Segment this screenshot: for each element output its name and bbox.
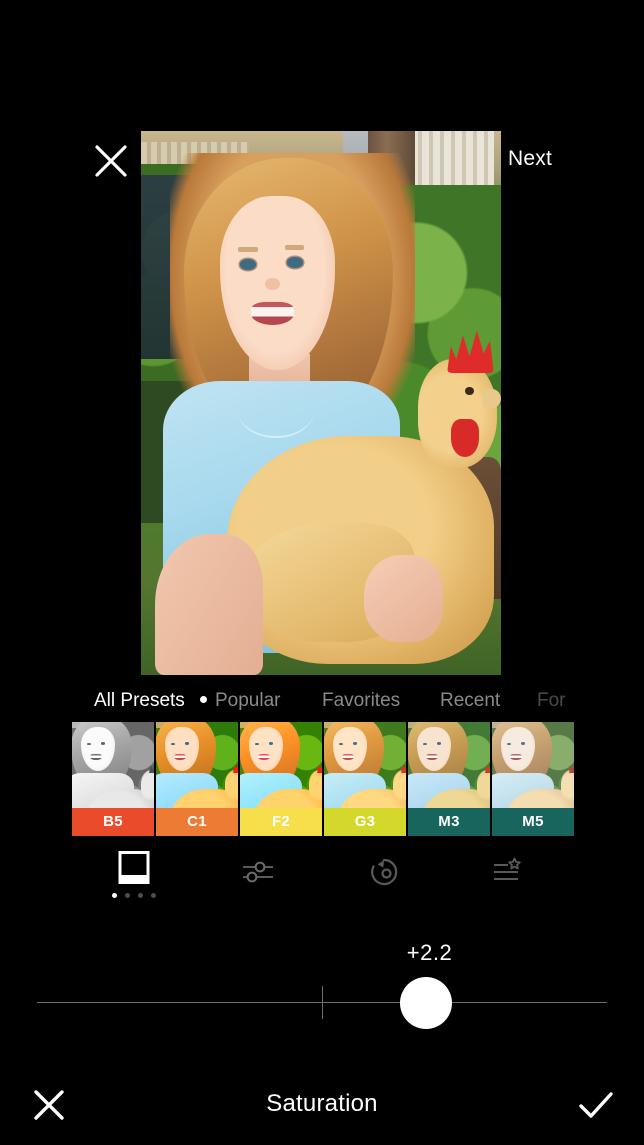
tab-all-presets[interactable]: All Presets (94, 686, 185, 716)
adjust-tool-button[interactable] (220, 848, 296, 910)
preset-thumbnail-image (72, 722, 154, 808)
photo-preview[interactable] (141, 131, 501, 675)
preset-code-label: G3 (324, 808, 406, 836)
preset-preview (492, 722, 574, 808)
preset-category-tabs[interactable]: All Presets Popular Favorites Recent For (0, 686, 644, 716)
slider-value-label: +2.2 (406, 940, 453, 965)
effects-tool-button[interactable] (468, 848, 544, 910)
photo-girl-eye-right (286, 257, 303, 268)
photo-editor-screen: Next All Presets Popular Favorites Recen… (0, 0, 644, 1145)
preset-preview (72, 722, 154, 808)
tab-favorites[interactable]: Favorites (322, 686, 400, 716)
preset-thumbnail-image (156, 722, 238, 808)
photo-chicken-eye (465, 386, 474, 395)
undo-circle-icon (364, 852, 404, 892)
tab-label: Popular (215, 690, 281, 711)
tab-label: For (537, 690, 566, 711)
slider-center-tick (322, 986, 323, 1019)
polaroid-icon (118, 851, 150, 884)
tab-label: All Presets (94, 690, 185, 711)
preset-preview (324, 722, 406, 808)
preset-thumbnail-image (324, 722, 406, 808)
photo-girl-mouth (250, 301, 294, 325)
slider-knob[interactable] (400, 977, 452, 1029)
photo-canvas (141, 131, 501, 675)
preset-preview (408, 722, 490, 808)
tab-recent[interactable]: Recent (440, 686, 500, 716)
close-icon[interactable] (90, 140, 132, 182)
photo-girl-collar (238, 384, 314, 439)
tab-active-dot (200, 696, 207, 704)
sliders-icon (238, 852, 278, 892)
preset-code-label: M3 (408, 808, 490, 836)
preset-code-label: M5 (492, 808, 574, 836)
adjustment-title: Saturation (266, 1090, 378, 1117)
photo-chicken-beak (483, 389, 501, 408)
preset-m3[interactable]: M3 (408, 722, 490, 836)
photo-girl-hand (364, 555, 444, 643)
tab-popular[interactable]: Popular (200, 686, 281, 716)
preset-g3[interactable]: G3 (324, 722, 406, 836)
preset-code-label: B5 (72, 808, 154, 836)
photo-girl-eye-left (240, 259, 256, 270)
photo-girl-brow-right (285, 245, 305, 250)
bottom-bar: Saturation (0, 1068, 644, 1145)
history-tool-button[interactable] (346, 848, 422, 910)
preset-f2[interactable]: F2 (240, 722, 322, 836)
preset-preview (240, 722, 322, 808)
preset-thumbnail-image (240, 722, 322, 808)
confirm-button[interactable] (576, 1086, 616, 1126)
star-list-icon (486, 852, 526, 892)
preset-thumbnail-strip[interactable]: B5 C1 F2 G3 M3 M5 (72, 722, 644, 836)
tab-label: Recent (440, 690, 501, 711)
preset-code-label: F2 (240, 808, 322, 836)
preset-thumbnail-image (408, 722, 490, 808)
next-button[interactable]: Next (508, 144, 552, 174)
preset-preview (156, 722, 238, 808)
presets-tool-button[interactable] (96, 848, 172, 910)
editor-toolbar (0, 848, 644, 910)
adjustment-slider[interactable]: +2.2 (0, 930, 644, 1040)
photo-girl-brow-left (238, 247, 258, 252)
preset-page-dots (110, 893, 158, 901)
preset-code-label: C1 (156, 808, 238, 836)
top-bar: Next (0, 62, 644, 177)
preset-thumbnail-image (492, 722, 574, 808)
tab-for[interactable]: For (537, 686, 566, 716)
photo-girl-arm (155, 533, 264, 675)
photo-girl-nose (265, 277, 280, 291)
preset-c1[interactable]: C1 (156, 722, 238, 836)
preset-b5[interactable]: B5 (72, 722, 154, 836)
preset-m5[interactable]: M5 (492, 722, 574, 836)
tab-label: Favorites (322, 690, 401, 711)
